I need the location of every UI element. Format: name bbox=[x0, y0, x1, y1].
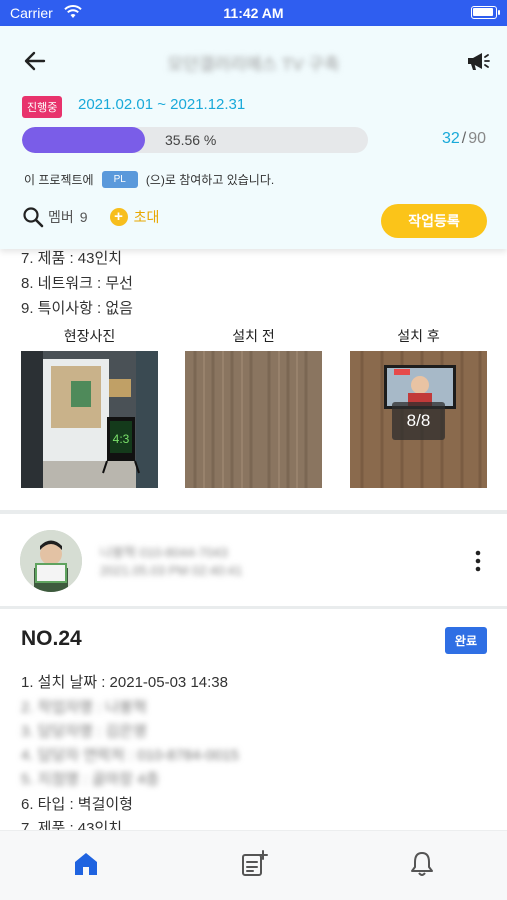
progress-fill bbox=[22, 127, 146, 153]
record-line: 3. 담당자명 : 김은영 bbox=[21, 723, 147, 740]
spec-line: 8. 네트워크 : 무선 bbox=[21, 275, 133, 292]
progress-percent: 35.56 % bbox=[165, 132, 217, 148]
photo-counter: 8/8 bbox=[392, 402, 445, 440]
record-number: NO.24 bbox=[21, 627, 82, 650]
photo-label-site: 현장사진 bbox=[63, 328, 116, 344]
participation-prefix: 이 프로젝트에 bbox=[24, 173, 94, 187]
project-header: 모던갤러리에스 TV 구축 진행중 2021.02.01 ~ 2021.12.3… bbox=[0, 26, 507, 249]
invite-button[interactable]: + 초대 bbox=[109, 207, 160, 227]
plus-icon: + bbox=[109, 208, 128, 226]
search-icon[interactable] bbox=[22, 206, 44, 228]
participation-suffix: (으)로 참여하고 있습니다. bbox=[145, 173, 275, 187]
back-arrow-icon[interactable] bbox=[22, 48, 48, 74]
register-task-button[interactable]: 작업등록 bbox=[381, 204, 487, 238]
record-line: 1. 설치 날짜 : 2021-05-03 14:38 bbox=[21, 674, 228, 691]
sign-text: 4:3 bbox=[113, 432, 130, 446]
more-options-icon[interactable] bbox=[471, 549, 485, 573]
before-photo[interactable] bbox=[185, 351, 322, 488]
battery-icon bbox=[471, 6, 500, 19]
tab-bar bbox=[0, 830, 507, 900]
author-name: 나봉혁 010-8044-7043 bbox=[100, 545, 228, 560]
members-row: 멤버 9 + 초대 bbox=[22, 206, 159, 228]
role-badge: PL bbox=[101, 171, 138, 188]
avatar[interactable] bbox=[20, 530, 82, 592]
members-label[interactable]: 멤버 bbox=[48, 207, 74, 227]
participation-notice: 이 프로젝트에 PL (으)로 참여하고 있습니다. bbox=[24, 171, 274, 188]
author-timestamp: 2021.05.03 PM 02:40:41 bbox=[100, 563, 243, 578]
record-line: 2. 작업자명 : 나봉혁 bbox=[21, 699, 147, 716]
clock: 11:42 AM bbox=[223, 5, 284, 21]
home-icon[interactable] bbox=[71, 849, 101, 879]
record-line: 7. 제품 : 43인치 bbox=[21, 820, 123, 830]
page-title: 모던갤러리에스 TV 구축 bbox=[167, 55, 340, 74]
task-count: 32/90 bbox=[442, 130, 486, 148]
date-range: 2021.02.01 ~ 2021.12.31 bbox=[78, 96, 246, 113]
bell-icon[interactable] bbox=[407, 849, 437, 879]
spec-line: 7. 제품 : 43인치 bbox=[21, 250, 123, 267]
count-total: 90 bbox=[468, 130, 486, 147]
photo-label-before: 설치 전 bbox=[232, 328, 275, 344]
record-feed[interactable]: 7. 제품 : 43인치 8. 네트워크 : 무선 9. 특이사항 : 없음 현… bbox=[0, 249, 507, 830]
add-note-icon[interactable] bbox=[239, 849, 269, 879]
invite-label: 초대 bbox=[133, 209, 160, 225]
divider bbox=[0, 510, 507, 514]
status-bar: Carrier 11:42 AM bbox=[0, 0, 507, 26]
status-badge: 진행중 bbox=[22, 96, 63, 118]
photo-label-after: 설치 후 bbox=[397, 328, 440, 344]
members-count: 9 bbox=[79, 209, 88, 225]
count-done: 32 bbox=[441, 130, 460, 147]
record-line: 5. 지점명 : 골마장 4층 bbox=[21, 771, 160, 788]
record-line: 4. 담당자 연락처 : 010-8784-0015 bbox=[21, 747, 239, 764]
record-line: 6. 타입 : 벽걸이형 bbox=[21, 796, 133, 813]
megaphone-icon[interactable] bbox=[465, 48, 491, 74]
spec-line: 9. 특이사항 : 없음 bbox=[21, 300, 133, 317]
site-photo[interactable]: 4:3 bbox=[21, 351, 158, 488]
complete-badge: 완료 bbox=[444, 627, 487, 654]
count-separator: / bbox=[461, 130, 467, 147]
divider bbox=[0, 606, 507, 609]
